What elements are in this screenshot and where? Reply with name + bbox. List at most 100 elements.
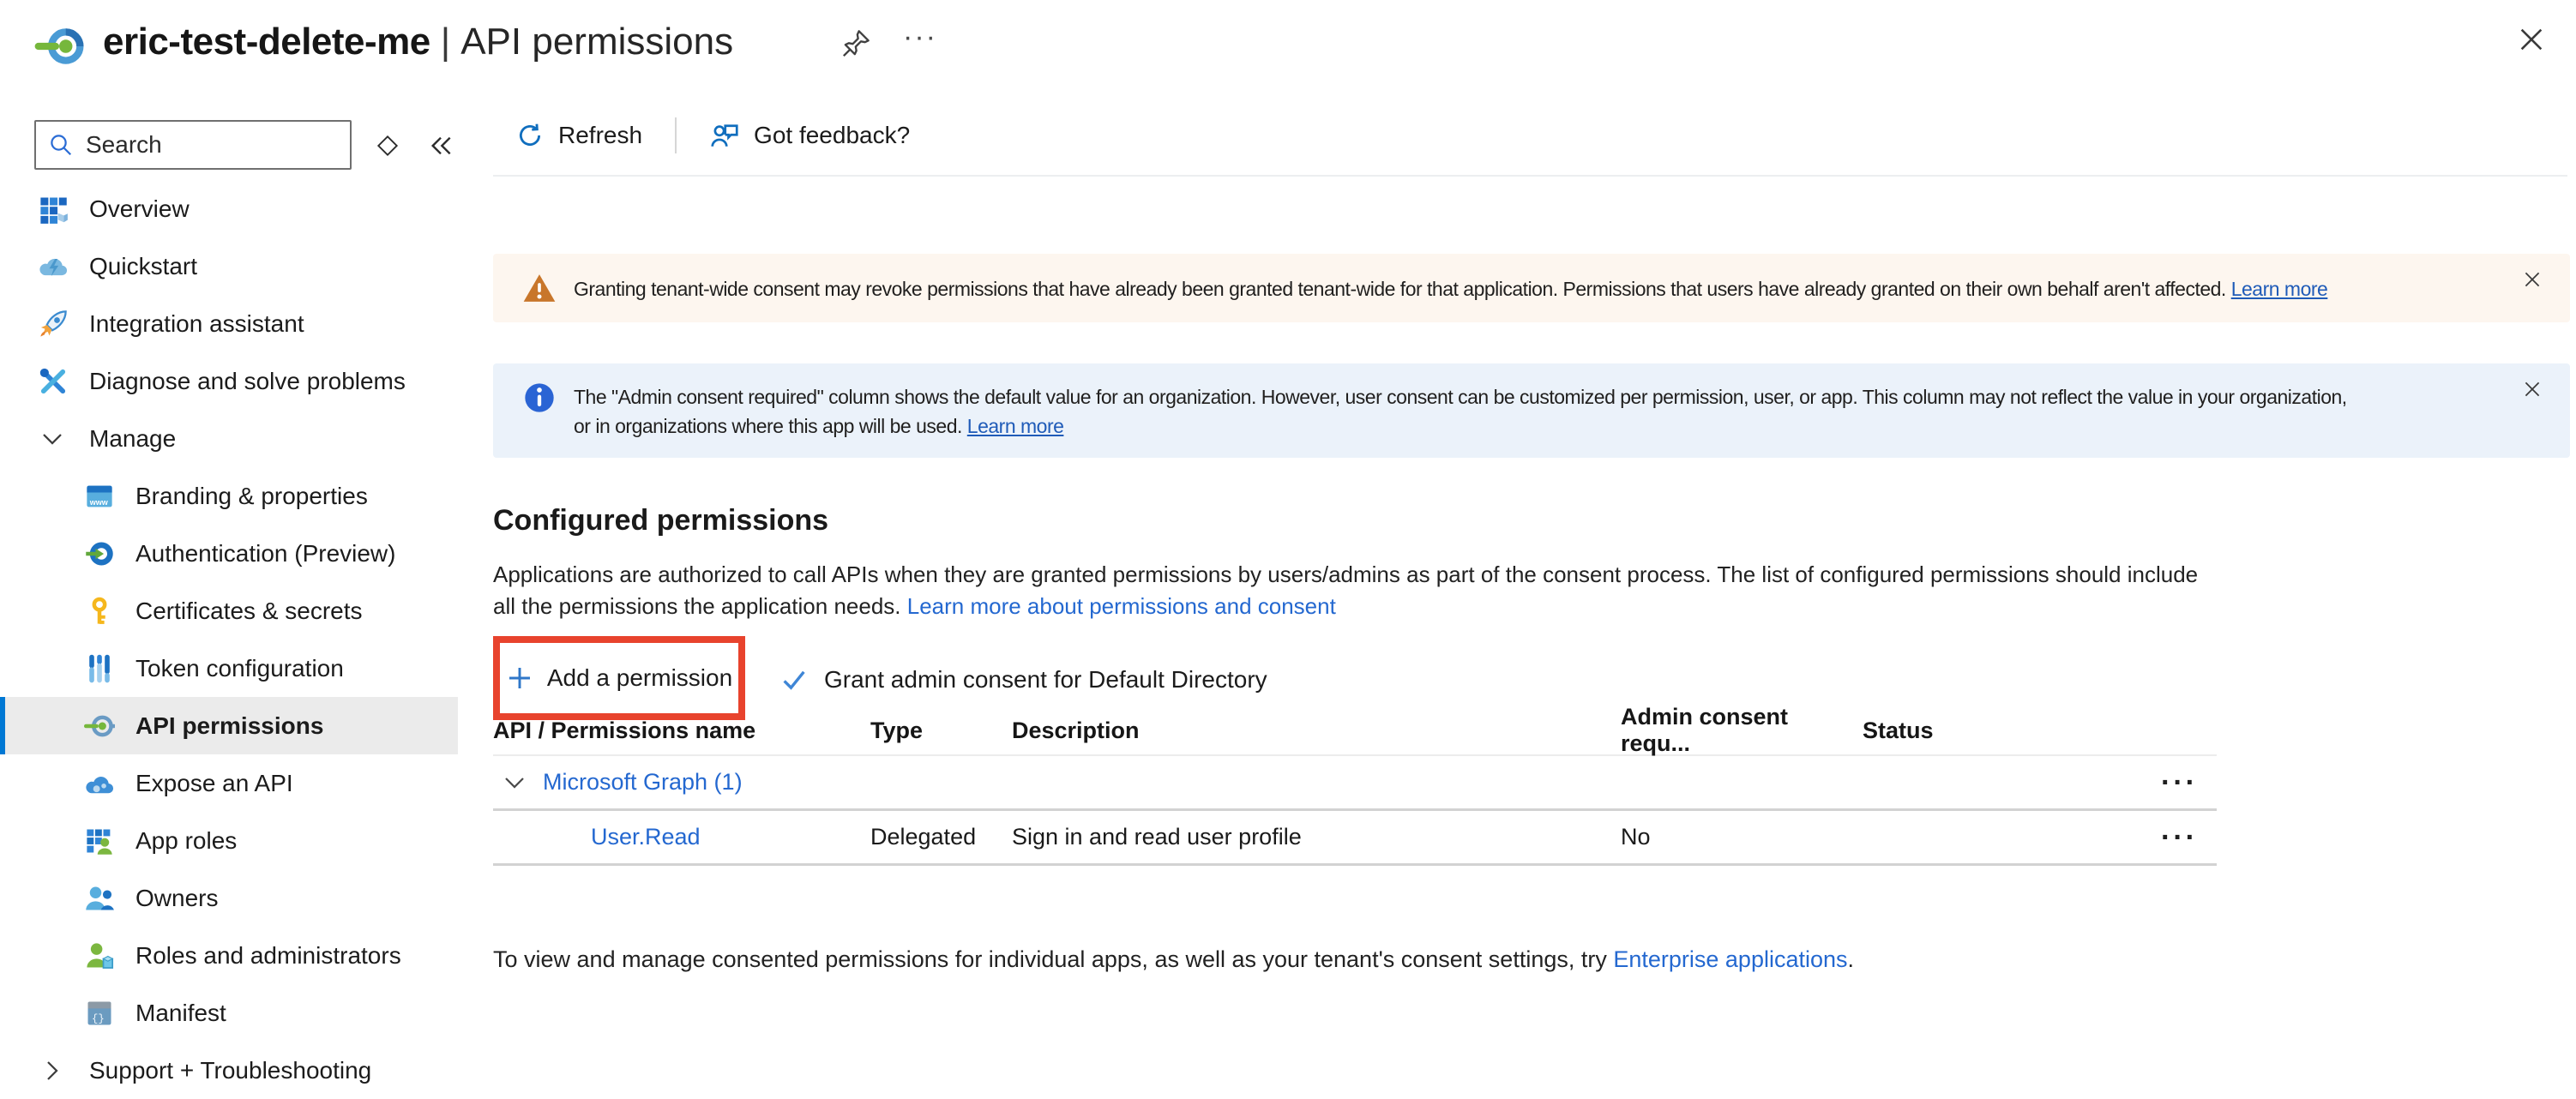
sidebar-group-label: Manage — [89, 425, 176, 453]
info-close-icon[interactable] — [2517, 374, 2548, 405]
sidebar-item-authentication[interactable]: Authentication (Preview) — [0, 525, 482, 582]
sidebar: Search Overview — [0, 96, 482, 1097]
info-banner: The "Admin consent required" column show… — [493, 363, 2570, 458]
row-menu-icon[interactable]: ··· — [2161, 774, 2217, 791]
refresh-label: Refresh — [558, 122, 642, 149]
roles-admin-icon — [84, 940, 115, 971]
footer-text-before: To view and manage consented permissions… — [493, 946, 1613, 972]
row-menu-icon[interactable]: ··· — [2161, 829, 2217, 846]
sidebar-item-label: App roles — [135, 827, 237, 855]
sidebar-item-token-configuration[interactable]: Token configuration — [0, 640, 482, 697]
type-cell: Delegated — [870, 824, 1012, 850]
sidebar-item-quickstart[interactable]: Quickstart — [0, 237, 482, 295]
plus-icon — [506, 664, 533, 692]
sidebar-item-label: Authentication (Preview) — [135, 540, 395, 568]
chevron-down-icon[interactable] — [502, 770, 527, 796]
more-menu-dots: ··· — [903, 21, 937, 54]
quickstart-icon — [38, 251, 69, 282]
sidebar-item-roles-administrators[interactable]: Roles and administrators — [0, 927, 482, 984]
command-bar: Refresh Got feedback? — [515, 96, 910, 175]
grant-admin-consent-label: Grant admin consent for Default Director… — [824, 666, 1267, 694]
sidebar-group-manage[interactable]: Manage — [0, 410, 482, 467]
warning-text: Granting tenant-wide consent may revoke … — [574, 274, 2510, 303]
toolbar-divider — [675, 117, 677, 153]
sidebar-item-owners[interactable]: Owners — [0, 869, 482, 927]
search-icon — [48, 132, 74, 158]
sidebar-item-manifest[interactable]: {} Manifest — [0, 984, 482, 1042]
main-content: Refresh Got feedback? Granting tenant-wi… — [493, 96, 2576, 1097]
admin-consent-cell: No — [1621, 824, 1863, 850]
refresh-button[interactable]: Refresh — [515, 121, 642, 150]
sidebar-item-integration-assistant[interactable]: Integration assistant — [0, 295, 482, 352]
pin-icon[interactable] — [836, 24, 876, 63]
permission-name-cell: User.Read — [493, 824, 870, 850]
column-header-status: Status — [1863, 718, 2217, 744]
key-icon — [84, 596, 115, 627]
table-header-row: API / Permissions name Type Description … — [493, 706, 2217, 756]
grant-admin-consent-button[interactable]: Grant admin consent for Default Director… — [779, 655, 1267, 705]
page-name: API permissions — [460, 21, 733, 63]
sidebar-nav: Overview Quickstart Integration assi — [0, 180, 482, 1099]
table-row-user-read: User.Read Delegated Sign in and read use… — [493, 811, 2217, 866]
reorder-icon[interactable] — [370, 130, 405, 161]
svg-text:www: www — [89, 498, 109, 507]
blade-header: eric-test-delete-me|API permissions ··· — [0, 0, 2576, 96]
warning-icon — [522, 271, 557, 305]
search-placeholder: Search — [86, 131, 162, 159]
info-text: The "Admin consent required" column show… — [574, 382, 2510, 441]
sidebar-item-app-roles[interactable]: App roles — [0, 812, 482, 869]
sidebar-item-diagnose[interactable]: Diagnose and solve problems — [0, 352, 482, 410]
api-permissions-icon — [84, 711, 115, 742]
add-permission-label: Add a permission — [547, 664, 732, 692]
info-icon — [522, 381, 557, 415]
sidebar-item-label: Expose an API — [135, 770, 293, 797]
sidebar-group-support-troubleshooting[interactable]: Support + Troubleshooting — [0, 1042, 482, 1099]
warning-close-icon[interactable] — [2517, 264, 2548, 295]
sidebar-item-certificates-secrets[interactable]: Certificates & secrets — [0, 582, 482, 640]
sidebar-item-expose-an-api[interactable]: Expose an API — [0, 754, 482, 812]
owners-icon — [84, 883, 115, 914]
warning-message: Granting tenant-wide consent may revoke … — [574, 278, 2226, 300]
collapse-menu-icon[interactable] — [424, 130, 458, 161]
feedback-button[interactable]: Got feedback? — [709, 120, 910, 151]
search-input[interactable]: Search — [34, 120, 352, 170]
warning-banner: Granting tenant-wide consent may revoke … — [493, 254, 2570, 322]
sidebar-item-overview[interactable]: Overview — [0, 180, 482, 237]
enterprise-applications-link[interactable]: Enterprise applications — [1613, 946, 1847, 972]
status-cell: ··· — [1863, 829, 2217, 846]
group-name-cell: Microsoft Graph (1) — [493, 769, 870, 796]
add-permission-button[interactable]: Add a permission — [506, 664, 732, 692]
microsoft-graph-link[interactable]: Microsoft Graph (1) — [543, 769, 743, 796]
title-separator: | — [441, 21, 450, 63]
description-line1: Applications are authorized to call APIs… — [493, 559, 2198, 591]
footer-text-after: . — [1848, 946, 1855, 972]
app-roles-icon — [84, 826, 115, 856]
sidebar-item-label: Owners — [135, 885, 218, 912]
info-message-line1: The "Admin consent required" column show… — [574, 382, 2510, 411]
description-cell: Sign in and read user profile — [1012, 824, 1621, 850]
sidebar-item-branding-properties[interactable]: www Branding & properties — [0, 467, 482, 525]
tools-icon — [38, 366, 69, 397]
warning-learn-more-link[interactable]: Learn more — [2231, 278, 2328, 300]
cloud-gear-icon — [84, 768, 115, 799]
more-menu-icon[interactable]: ··· — [896, 17, 944, 57]
permissions-consent-link[interactable]: Learn more about permissions and consent — [907, 593, 1336, 619]
info-learn-more-link[interactable]: Learn more — [967, 415, 1064, 437]
sidebar-item-label: Manifest — [135, 1000, 226, 1027]
permissions-description: Applications are authorized to call APIs… — [493, 559, 2198, 622]
page-title: eric-test-delete-me|API permissions — [103, 21, 733, 63]
manifest-icon: {} — [84, 998, 115, 1029]
sidebar-item-label: Token configuration — [135, 655, 344, 682]
close-icon[interactable] — [2511, 19, 2552, 60]
description-line2: all the permissions the application need… — [493, 591, 2198, 622]
overview-icon — [38, 194, 69, 225]
sidebar-item-api-permissions[interactable]: API permissions — [0, 697, 458, 754]
status-cell: ··· — [1863, 774, 2217, 791]
toolbar-divider-rule — [493, 175, 2567, 177]
sidebar-item-label: Branding & properties — [135, 483, 368, 510]
sidebar-item-label: Diagnose and solve problems — [89, 368, 406, 395]
description-line2-text: all the permissions the application need… — [493, 593, 901, 619]
table-row-microsoft-graph: Microsoft Graph (1) ··· — [493, 756, 2217, 811]
sidebar-item-label: Overview — [89, 195, 190, 223]
user-read-link[interactable]: User.Read — [591, 824, 701, 850]
